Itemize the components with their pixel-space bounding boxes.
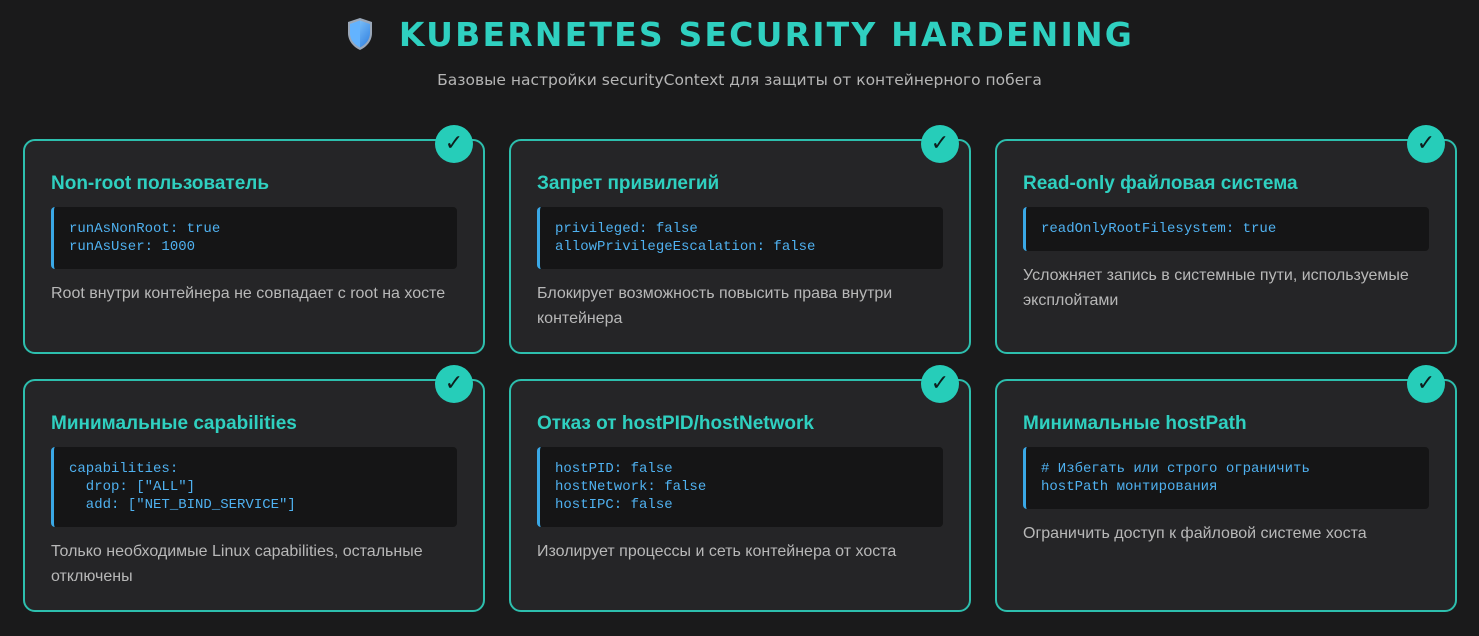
card-title: Non-root пользователь: [51, 173, 270, 194]
code-block: hostPID: false hostNetwork: false hostIP…: [537, 447, 943, 527]
card-non-root: ✓ Non-root пользователь runAsNonRoot: tr…: [23, 125, 485, 354]
code-block: runAsNonRoot: true runAsUser: 1000: [51, 207, 457, 269]
card-privileges: ✓ Запрет привилегий privileged: false al…: [509, 125, 971, 354]
card-host-namespaces: ✓ Отказ от hostPID/hostNetwork hostPID: …: [509, 365, 971, 612]
card-description: Только необходимые Linux capabilities, о…: [51, 543, 423, 585]
check-icon: ✓: [921, 365, 959, 403]
shield-icon: [345, 16, 375, 52]
page-subtitle: Базовые настройки securityContext для за…: [437, 71, 1042, 89]
cards-grid: ✓ Non-root пользователь runAsNonRoot: tr…: [23, 125, 1457, 612]
code-block: capabilities: drop: ["ALL"] add: ["NET_B…: [51, 447, 457, 527]
card-hostpath: ✓ Минимальные hostPath # Избегать или ст…: [995, 365, 1457, 612]
card-title: Запрет привилегий: [537, 173, 720, 194]
code-block: privileged: false allowPrivilegeEscalati…: [537, 207, 943, 269]
card-description: Блокирует возможность повысить права вну…: [537, 285, 893, 327]
code-block: readOnlyRootFilesystem: true: [1023, 207, 1429, 251]
card-description: Изолирует процессы и сеть контейнера от …: [537, 543, 897, 560]
card-description: Усложняет запись в системные пути, испол…: [1023, 267, 1409, 309]
check-icon: ✓: [1407, 365, 1445, 403]
card-description: Ограничить доступ к файловой системе хос…: [1023, 525, 1367, 542]
page-title: KUBERNETES SECURITY HARDENING: [398, 14, 1135, 54]
page-header: KUBERNETES SECURITY HARDENING Базовые на…: [0, 12, 1479, 89]
card-title: Минимальные hostPath: [1023, 413, 1247, 434]
card-description: Root внутри контейнера не совпадает с ro…: [51, 285, 446, 302]
check-icon: ✓: [435, 125, 473, 163]
check-icon: ✓: [435, 365, 473, 403]
card-title: Отказ от hostPID/hostNetwork: [537, 413, 814, 434]
card-capabilities: ✓ Минимальные capabilities capabilities:…: [23, 365, 485, 612]
code-block: # Избегать или строго ограничить hostPat…: [1023, 447, 1429, 509]
check-icon: ✓: [1407, 125, 1445, 163]
card-read-only-fs: ✓ Read-only файловая система readOnlyRoo…: [995, 125, 1457, 354]
title-row: KUBERNETES SECURITY HARDENING: [0, 12, 1479, 56]
card-title: Read-only файловая система: [1023, 173, 1298, 194]
card-title: Минимальные capabilities: [51, 413, 297, 434]
check-icon: ✓: [921, 125, 959, 163]
